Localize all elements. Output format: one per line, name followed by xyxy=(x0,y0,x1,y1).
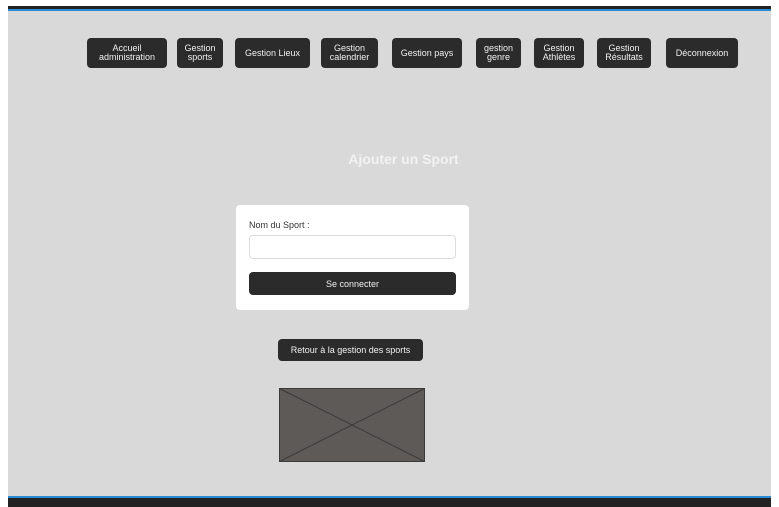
sport-name-label: Nom du Sport : xyxy=(249,220,310,230)
nav-gestion-sports-button[interactable]: Gestion sports xyxy=(177,38,223,68)
nav-gestion-genre-button[interactable]: gestion genre xyxy=(476,38,521,68)
add-sport-form: Nom du Sport : Se connecter xyxy=(236,205,469,310)
nav-deconnexion-button[interactable]: Déconnexion xyxy=(666,38,738,68)
bottom-accent-bar xyxy=(8,496,771,507)
nav-gestion-calendrier-button[interactable]: Gestion calendrier xyxy=(321,38,378,68)
page-frame: Accueil administration Gestion sports Ge… xyxy=(8,6,771,507)
nav-gestion-resultats-button[interactable]: Gestion Résultats xyxy=(597,38,651,68)
nav-gestion-lieux-button[interactable]: Gestion Lieux xyxy=(235,38,310,68)
top-accent-bar xyxy=(8,6,771,11)
nav-accueil-administration-button[interactable]: Accueil administration xyxy=(87,38,167,68)
sport-name-input[interactable] xyxy=(249,235,456,259)
page-title: Ajouter un Sport xyxy=(348,151,459,167)
nav-gestion-pays-button[interactable]: Gestion pays xyxy=(392,38,462,68)
nav-gestion-athletes-button[interactable]: Gestion Athlètes xyxy=(534,38,584,68)
back-to-sports-button[interactable]: Retour à la gestion des sports xyxy=(278,339,423,361)
image-placeholder-icon xyxy=(279,388,425,462)
submit-button[interactable]: Se connecter xyxy=(249,272,456,295)
